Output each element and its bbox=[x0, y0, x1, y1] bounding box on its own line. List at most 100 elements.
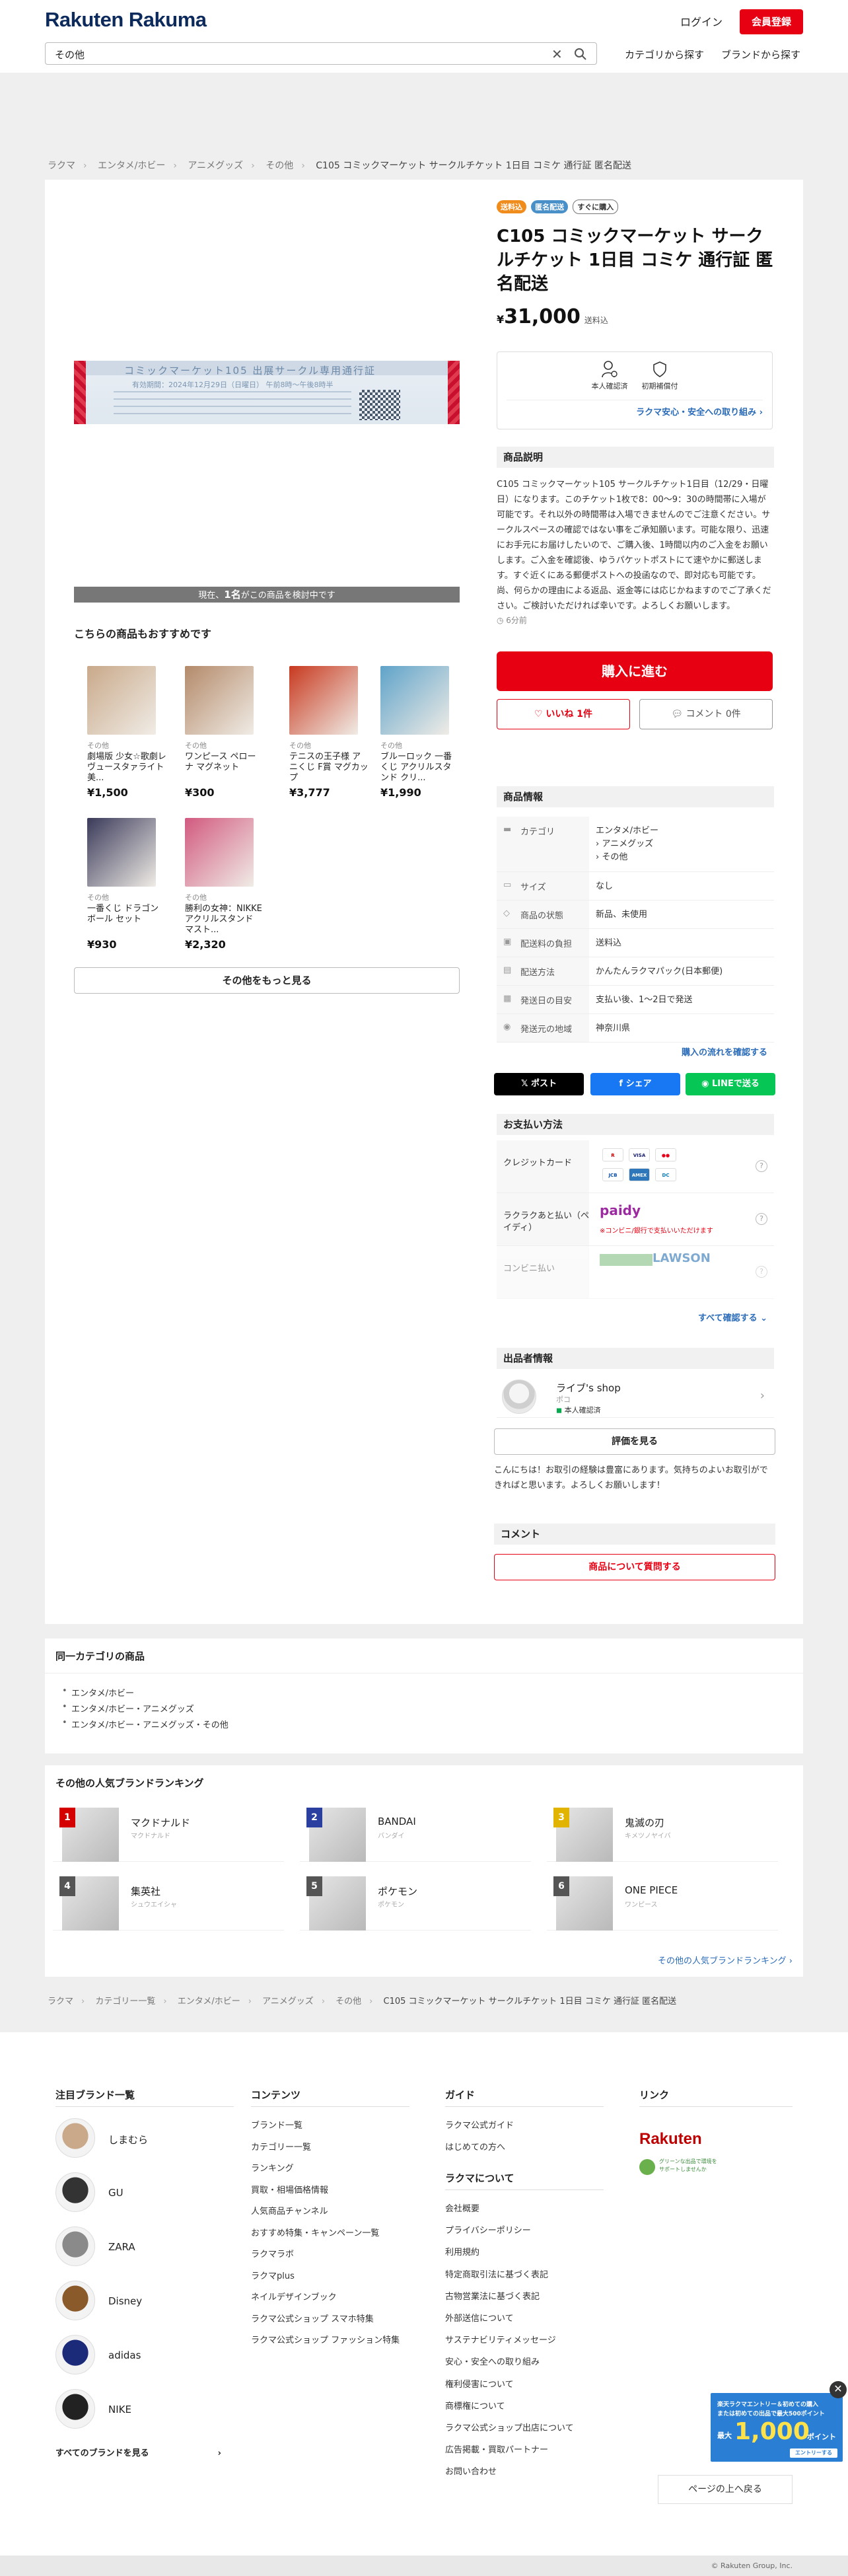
share-facebook-button[interactable]: f シェア bbox=[590, 1073, 680, 1095]
footer-link[interactable]: はじめての方へ bbox=[445, 2140, 505, 2153]
footer-link[interactable]: サステナビリティメッセージ bbox=[445, 2333, 556, 2345]
search-input[interactable]: その他 ✕ bbox=[45, 42, 597, 65]
footer-link[interactable]: 人気商品チャンネル bbox=[251, 2204, 328, 2217]
footer-link[interactable]: 商標権について bbox=[445, 2399, 505, 2411]
share-line-button[interactable]: ◉ LINEで送る bbox=[686, 1073, 775, 1095]
recommended-item[interactable]: その他 ワンピース ペローナ マグネット ¥300 bbox=[185, 666, 264, 799]
breadcrumb-item[interactable]: その他 bbox=[265, 161, 293, 171]
ranking-more-link[interactable]: その他の人気ブランドランキング › bbox=[658, 1954, 793, 1966]
search-icon[interactable] bbox=[574, 48, 587, 61]
clear-icon[interactable]: ✕ bbox=[551, 46, 563, 62]
footer-link[interactable]: ネイルデザインブック bbox=[251, 2290, 337, 2302]
ranking-item[interactable]: 4 集英社 シュウエイシャ bbox=[53, 1876, 284, 1931]
back-to-top-button[interactable]: ページの上へ戻る bbox=[658, 2475, 793, 2504]
footer-link[interactable]: ブランド一覧 bbox=[251, 2118, 302, 2131]
footer-link[interactable]: 買取・相場価格情報 bbox=[251, 2183, 328, 2195]
info-icon[interactable]: ? bbox=[756, 1213, 767, 1225]
footer-link[interactable]: 外部送信について bbox=[445, 2311, 514, 2324]
breadcrumb-item[interactable]: エンタメ/ホビー bbox=[178, 1997, 240, 2006]
purchase-flow-link[interactable]: 購入の流れを確認する bbox=[497, 1045, 767, 1058]
footer-link[interactable]: ラクマplus bbox=[251, 2269, 295, 2281]
signup-button[interactable]: 会員登録 bbox=[740, 9, 803, 34]
footer-link[interactable]: 古物営業法に基づく表記 bbox=[445, 2289, 540, 2302]
comment-button[interactable]: 💬︎ コメント 0件 bbox=[639, 699, 773, 729]
footer-link[interactable]: 安心・安全への取り組み bbox=[445, 2355, 540, 2367]
close-icon[interactable]: ✕ bbox=[830, 2381, 847, 2398]
footer-link[interactable]: 会社概要 bbox=[445, 2201, 479, 2214]
breadcrumb-item[interactable]: その他 bbox=[336, 1997, 361, 2006]
breadcrumb-item[interactable]: アニメグッズ bbox=[188, 161, 243, 171]
more-items-button[interactable]: その他をもっと見る bbox=[74, 967, 460, 994]
footer-link[interactable]: ラクマ公式ショップ出店について bbox=[445, 2421, 574, 2433]
nav-category-link[interactable]: カテゴリから探す bbox=[625, 48, 704, 61]
login-link[interactable]: ログイン bbox=[680, 13, 723, 29]
breadcrumb-item[interactable]: カテゴリー一覧 bbox=[95, 1997, 155, 2006]
footer-link[interactable]: ランキング bbox=[251, 2161, 294, 2174]
footer-link[interactable]: おすすめ特集・キャンペーン一覧 bbox=[251, 2226, 379, 2238]
item-name: 一番くじ ドラゴンボール セット bbox=[87, 904, 159, 924]
info-icon[interactable]: ? bbox=[756, 1160, 767, 1172]
recommended-item[interactable]: その他 勝利の女神：NIKKE アクリルスタンド マスト... ¥2,320 bbox=[185, 818, 264, 951]
breadcrumb-item[interactable]: アニメグッズ bbox=[262, 1997, 314, 2006]
same-category-link[interactable]: エンタメ/ホビー bbox=[62, 1686, 134, 1699]
product-image[interactable]: コミックマーケット105 出展サークル専用通行証 有効期間：2024年12月29… bbox=[74, 361, 460, 424]
footer-link[interactable]: カテゴリー一覧 bbox=[251, 2140, 311, 2153]
footer-link[interactable]: 特定商取引法に基づく表記 bbox=[445, 2267, 548, 2280]
reviews-button[interactable]: 評価を見る bbox=[494, 1428, 775, 1455]
eco-badge[interactable]: グリーンな出品で環境をサポートしませんか bbox=[639, 2158, 719, 2182]
ranking-item[interactable]: 6 ONE PIECE ワンピース bbox=[547, 1876, 778, 1931]
buy-button[interactable]: 購入に進む bbox=[497, 651, 773, 691]
footer-link[interactable]: 利用規約 bbox=[445, 2245, 479, 2258]
safety-link[interactable]: ラクマ安心・安全への取り組み › bbox=[497, 405, 772, 418]
footer-link[interactable]: ラクマ公式ガイド bbox=[445, 2118, 514, 2131]
footer-brand-item[interactable]: しまむら bbox=[55, 2118, 234, 2162]
clock-icon: ◷ bbox=[497, 616, 507, 625]
ranking-item[interactable]: 2 BANDAI バンダイ bbox=[300, 1808, 531, 1862]
share-x-button[interactable]: 𝕏 ポスト bbox=[494, 1073, 584, 1095]
all-brands-link[interactable]: すべてのブランドを見る › bbox=[55, 2446, 221, 2458]
footer-link[interactable]: ラクマラボ bbox=[251, 2247, 294, 2260]
payment-all-link[interactable]: すべて確認する ⌄ bbox=[497, 1311, 767, 1323]
footer-brand-item[interactable]: adidas bbox=[55, 2335, 234, 2378]
same-category-section: 同一カテゴリの商品 エンタメ/ホビー エンタメ/ホビー・アニメグッズ エンタメ/… bbox=[45, 1638, 803, 1753]
footer-brand-item[interactable]: ZARA bbox=[55, 2226, 234, 2270]
same-category-link[interactable]: エンタメ/ホビー・アニメグッズ bbox=[62, 1702, 194, 1714]
category-links[interactable]: エンタメ/ホビー › アニメグッズ › その他 bbox=[589, 817, 774, 871]
item-category: その他 bbox=[185, 893, 207, 902]
same-category-link[interactable]: エンタメ/ホビー・アニメグッズ・その他 bbox=[62, 1718, 229, 1730]
recommended-item[interactable]: その他 一番くじ ドラゴンボール セット ¥930 bbox=[87, 818, 166, 951]
footer-link[interactable]: お問い合わせ bbox=[445, 2464, 497, 2477]
recommended-item[interactable]: その他 劇場版 少女☆歌劇レヴュースタァライト 美... ¥1,500 bbox=[87, 666, 166, 799]
like-button[interactable]: ♡ いいね 1件 bbox=[497, 699, 630, 729]
footer-link[interactable]: 権利侵害について bbox=[445, 2377, 514, 2390]
ruler-icon: ▭ bbox=[503, 880, 512, 890]
footer-link[interactable]: 広告掲載・買取パートナー bbox=[445, 2443, 548, 2455]
ranking-item[interactable]: 3 鬼滅の刃 キメツノヤイバ bbox=[547, 1808, 778, 1862]
footer-link[interactable]: ラクマ公式ショップ ファッション特集 bbox=[251, 2333, 400, 2345]
footer-brand-item[interactable]: Disney bbox=[55, 2281, 234, 2324]
brand-logo bbox=[55, 2118, 95, 2158]
footer-link[interactable]: プライバシーポリシー bbox=[445, 2223, 531, 2236]
footer-link[interactable]: ラクマ公式ショップ スマホ特集 bbox=[251, 2312, 374, 2324]
ask-question-button[interactable]: 商品について質問する bbox=[494, 1554, 775, 1580]
seller-row[interactable]: ライブ's shop ポコ ◼ 本人確認済 › bbox=[497, 1376, 774, 1418]
footer-brand-item[interactable]: NIKE bbox=[55, 2389, 234, 2433]
rakuten-logo[interactable]: Rakuten bbox=[639, 2130, 702, 2149]
rakuma-logo[interactable]: Rakuten Rakuma bbox=[45, 8, 207, 32]
ranking-item[interactable]: 1 マクドナルド マクドナルド bbox=[53, 1808, 284, 1862]
info-icon[interactable]: ? bbox=[756, 1266, 767, 1278]
brand-kana: キメツノヤイバ bbox=[625, 1833, 671, 1840]
promo-banner[interactable]: 楽天ラクマエントリー＆初めての購入 または初めての出品で最大500ポイント 最大… bbox=[711, 2393, 843, 2462]
ranking-item[interactable]: 5 ポケモン ポケモン bbox=[300, 1876, 531, 1931]
item-thumbnail bbox=[185, 666, 254, 735]
entry-button[interactable]: エントリーする bbox=[790, 2448, 837, 2458]
recommended-item[interactable]: その他 テニスの王子様 アニくじ F賞 マグカップ ¥3,777 bbox=[289, 666, 369, 799]
footer-brand-item[interactable]: GU bbox=[55, 2172, 234, 2216]
info-row-ship-days: ▦ 発送日の目安 支払い後、1〜2日で発送 bbox=[497, 986, 774, 1014]
breadcrumb-item[interactable]: ラクマ bbox=[48, 1997, 73, 2006]
item-thumbnail bbox=[87, 666, 156, 735]
breadcrumb-item[interactable]: エンタメ/ホビー bbox=[98, 161, 165, 171]
breadcrumb-item[interactable]: ラクマ bbox=[48, 161, 75, 171]
nav-brand-link[interactable]: ブランドから探す bbox=[721, 48, 800, 61]
recommended-item[interactable]: その他 ブルーロック 一番くじ アクリルスタンド クリ... ¥1,990 bbox=[380, 666, 460, 799]
